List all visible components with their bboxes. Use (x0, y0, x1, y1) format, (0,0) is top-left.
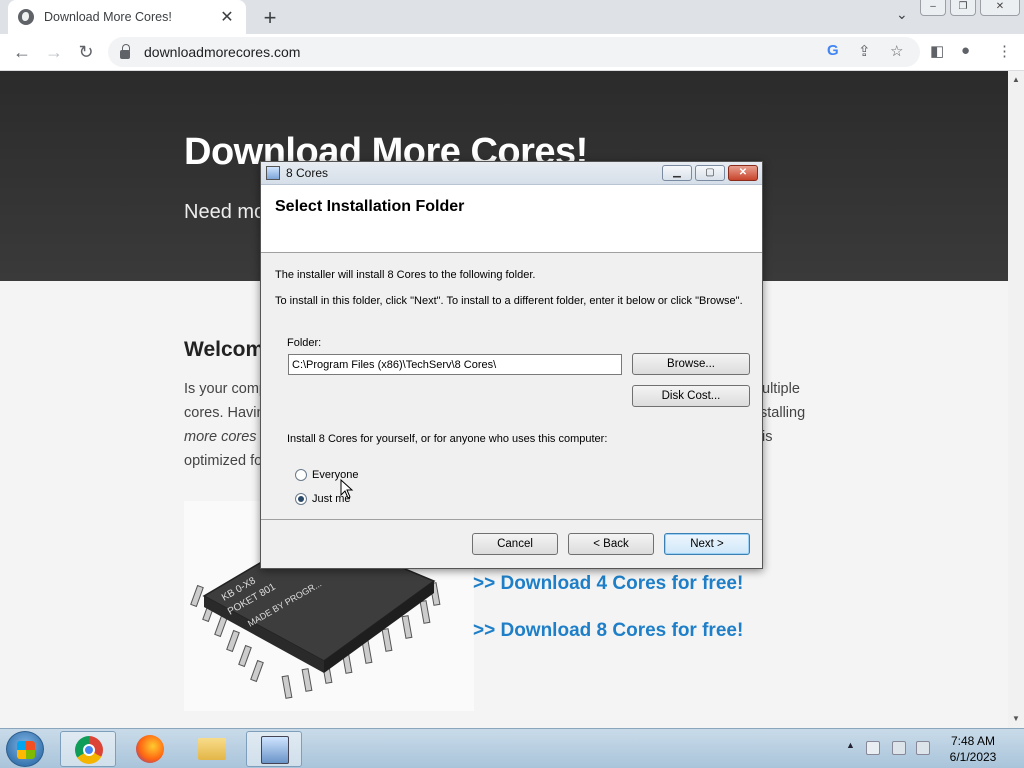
installer-dialog: 8 Cores ▁ ▢ ✕ Select Installation Folder… (260, 161, 763, 569)
menu-kebab-icon[interactable]: ⋮ (997, 42, 1012, 60)
close-window-button[interactable]: ✕ (980, 0, 1020, 16)
dialog-minimize-button[interactable]: ▁ (662, 165, 692, 181)
folder-path-input[interactable] (288, 354, 622, 375)
dialog-close-button[interactable]: ✕ (728, 165, 758, 181)
install-info-text: The installer will install 8 Cores to th… (275, 269, 536, 281)
volume-muted-icon[interactable] (916, 741, 930, 755)
network-icon[interactable] (892, 741, 906, 755)
dialog-heading: Select Installation Folder (275, 198, 465, 215)
tab-search-chevron-icon[interactable]: ⌄ (896, 6, 908, 23)
globe-icon (18, 9, 34, 25)
folder-label: Folder: (287, 337, 322, 349)
clock-time: 7:48 AM (950, 734, 996, 748)
restore-window-button[interactable]: ❐ (950, 0, 976, 16)
address-url: downloadmorecores.com (144, 44, 301, 60)
taskbar-clock[interactable]: 7:48 AM 6/1/2023 (940, 733, 1006, 765)
folder-icon (198, 738, 226, 760)
radio-everyone-circle[interactable] (295, 469, 307, 481)
download-8-cores-link[interactable]: >> Download 8 Cores for free! (473, 620, 743, 642)
disk-cost-button[interactable]: Disk Cost... (632, 385, 750, 407)
browser-tab[interactable]: Download More Cores! ✕ (8, 0, 246, 34)
taskbar-chrome[interactable] (60, 731, 116, 767)
dialog-maximize-button[interactable]: ▢ (695, 165, 725, 181)
dialog-title: 8 Cores (286, 166, 329, 180)
tab-close-icon[interactable]: ✕ (218, 7, 236, 27)
clock-date: 6/1/2023 (949, 750, 997, 764)
new-tab-button[interactable]: + (259, 5, 281, 31)
browser-tab-strip: Download More Cores! ✕ + ⌄ – ❐ ✕ (0, 0, 1024, 34)
back-button[interactable]: < Back (568, 533, 654, 555)
install-for-label: Install 8 Cores for yourself, or for any… (287, 433, 608, 445)
profile-avatar-icon[interactable]: ● (961, 42, 970, 59)
dialog-title-bar[interactable]: 8 Cores ▁ ▢ ✕ (261, 162, 762, 185)
side-panel-icon[interactable]: ◧ (930, 42, 944, 60)
minimize-window-button[interactable]: – (920, 0, 946, 16)
tab-title: Download More Cores! (44, 10, 172, 24)
hero-subtitle: Need mo (184, 201, 266, 223)
download-4-cores-link[interactable]: >> Download 4 Cores for free! (473, 573, 743, 595)
forward-arrow-icon[interactable]: → (43, 42, 65, 63)
dialog-header: Select Installation Folder (261, 185, 762, 253)
mouse-pointer-icon (340, 479, 354, 499)
welcome-heading: Welcom (184, 338, 265, 361)
intro-text-line: stalling (760, 405, 806, 421)
chrome-icon (75, 736, 103, 764)
taskbar-installer[interactable] (246, 731, 302, 767)
share-icon[interactable]: ⇪ (858, 42, 871, 60)
scroll-down-icon[interactable]: ▼ (1012, 714, 1020, 723)
address-bar[interactable]: downloadmorecores.com (108, 37, 920, 67)
browser-toolbar: ← → ↻ downloadmorecores.com G ⇪ ☆ ◧ ● ⋮ (0, 34, 1024, 71)
google-lens-icon[interactable]: G (827, 42, 839, 59)
next-button[interactable]: Next > (664, 533, 750, 555)
bookmark-star-icon[interactable]: ☆ (890, 42, 903, 60)
intro-text-line: is (762, 429, 773, 445)
reload-icon[interactable]: ↻ (75, 42, 97, 63)
taskbar-firefox[interactable] (122, 731, 178, 767)
windows-taskbar: ▲ 7:48 AM 6/1/2023 (0, 728, 1024, 768)
intro-text-line: more cores (184, 429, 257, 445)
installer-icon (261, 736, 289, 764)
intro-text-line: ultiple (762, 381, 800, 397)
show-hidden-icons-icon[interactable]: ▲ (846, 740, 855, 750)
radio-just-me-circle[interactable] (295, 493, 307, 505)
scroll-up-icon[interactable]: ▲ (1012, 75, 1020, 84)
browse-button[interactable]: Browse... (632, 353, 750, 375)
page-scrollbar[interactable]: ▲ ▼ (1008, 71, 1024, 728)
intro-text-line: optimized fo (184, 453, 263, 469)
firefox-icon (136, 735, 164, 763)
cancel-button[interactable]: Cancel (472, 533, 558, 555)
intro-text-line: cores. Havin (184, 405, 265, 421)
action-center-icon[interactable] (866, 741, 880, 755)
dialog-separator (261, 519, 762, 520)
install-instructions-text: To install in this folder, click "Next".… (275, 295, 743, 307)
installer-app-icon (266, 166, 280, 180)
intro-text-line: Is your comp (184, 381, 267, 397)
start-button[interactable] (6, 731, 44, 767)
window-controls: – ❐ ✕ (920, 0, 1020, 16)
taskbar-file-explorer[interactable] (184, 731, 240, 767)
lock-icon[interactable] (120, 43, 130, 59)
back-arrow-icon[interactable]: ← (11, 42, 33, 63)
